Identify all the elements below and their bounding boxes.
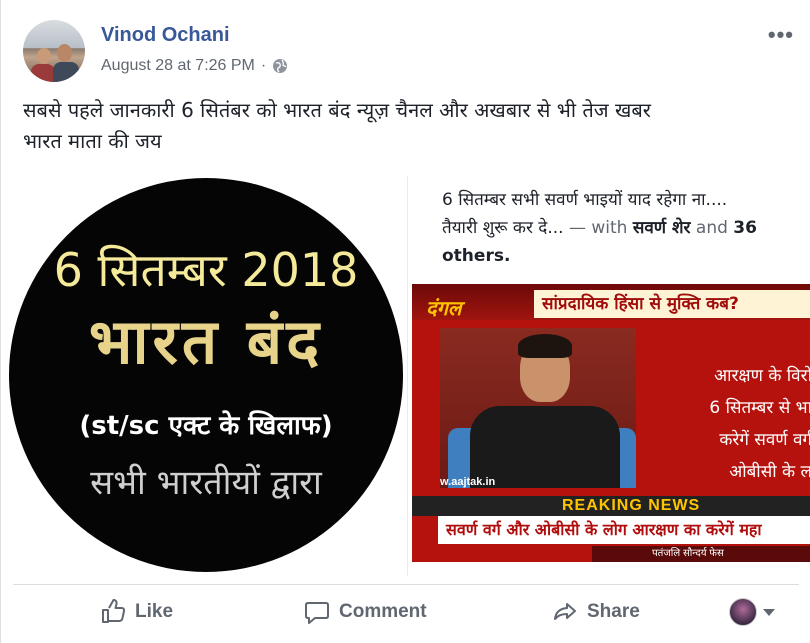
show-topic: सांप्रदायिक हिंसा से मुक्ति कब? (534, 290, 810, 318)
like-label: Like (135, 601, 174, 622)
meta-separator: · (260, 57, 267, 74)
caption-line-2: तैयारी शुरू कर दे... — with सवर्ण शेर an… (442, 218, 757, 238)
caption-line-3: others. (442, 246, 511, 266)
news-ticker: सवर्ण वर्ग और ओबीसी के लोग आरक्षण का करे… (438, 516, 810, 544)
thumbs-up-icon (102, 599, 126, 623)
post-text: सबसे पहले जानकारी 6 सितंबर को भारत बंद न… (23, 95, 793, 157)
action-bar: Like Comment Share (1, 592, 810, 632)
like-button[interactable]: Like (99, 598, 173, 626)
news-side-text: आरक्षण के विरो 6 सितम्बर से भा करेगें सव… (709, 366, 810, 482)
tv-news-frame: दंगल सांप्रदायिक हिंसा से मुक्ति कब? w.a… (412, 284, 810, 562)
caret-down-icon (763, 608, 775, 616)
tv-header-bar: दंगल सांप्रदायिक हिंसा से मुक्ति कब? (412, 284, 810, 320)
comment-button[interactable]: Comment (303, 598, 427, 626)
share-button[interactable]: Share (551, 598, 640, 626)
tagged-count-link[interactable]: 36 (733, 218, 757, 238)
breaking-news-bar: REAKING NEWS (412, 496, 810, 516)
post-as-selector[interactable] (729, 598, 775, 626)
author-avatar[interactable] (23, 20, 85, 82)
news-anchor-image (440, 328, 636, 488)
poster-line-3: (st/sc एक्ट के खिलाफ) (79, 411, 333, 441)
poster-line-4: सभी भारतीयों द्वारा (90, 463, 322, 503)
caption-line-1: 6 सितम्बर सभी सवर्ण भाइयों याद रहेगा ना.… (442, 190, 728, 210)
tagged-group-link[interactable]: सवर्ण शेर (633, 218, 691, 238)
poster-line-2: भारत बंद (88, 305, 324, 378)
facebook-post: Vinod Ochani August 28 at 7:26 PM · ••• … (0, 0, 810, 643)
channel-site: w.aajtak.in (440, 476, 496, 488)
poster-image[interactable]: 6 सितम्बर 2018 भारत बंद (st/sc एक्ट के ख… (3, 176, 403, 576)
globe-icon[interactable] (272, 58, 288, 74)
show-logo: दंगल (426, 296, 462, 320)
post-text-line-1: सबसे पहले जानकारी 6 सितंबर को भारत बंद न… (23, 98, 651, 122)
comment-label: Comment (339, 601, 427, 622)
shared-screenshot-image[interactable]: 6 सितम्बर सभी सवर्ण भाइयों याद रहेगा ना.… (407, 176, 810, 576)
poster-line-1: 6 सितम्बर 2018 (53, 243, 359, 297)
comment-icon (305, 602, 329, 624)
more-options-button[interactable]: ••• (768, 22, 794, 48)
post-timestamp[interactable]: August 28 at 7:26 PM (101, 57, 255, 75)
action-divider (13, 584, 799, 585)
post-meta: August 28 at 7:26 PM · (101, 57, 288, 75)
post-text-line-2: भारत माता की जय (23, 129, 162, 153)
shared-caption: 6 सितम्बर सभी सवर्ण भाइयों याद रहेगा ना.… (442, 186, 810, 270)
poster-circle: 6 सितम्बर 2018 भारत बंद (st/sc एक्ट के ख… (9, 178, 403, 572)
share-label: Share (587, 601, 640, 622)
share-icon (554, 603, 576, 620)
author-name[interactable]: Vinod Ochani (101, 24, 230, 47)
ad-strip: पतंजलि सौन्दर्य फेस (592, 546, 810, 562)
viewer-avatar (729, 598, 757, 626)
